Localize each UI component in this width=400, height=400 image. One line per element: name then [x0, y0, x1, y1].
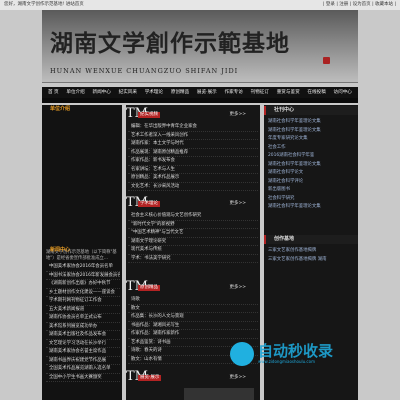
more-link[interactable]: 更多>> [229, 201, 246, 207]
news-item[interactable]: 中国美术家协会2016年会员名单 [46, 263, 120, 272]
nav-item[interactable]: 访问中心 [334, 87, 352, 98]
news-item[interactable]: 文艺理论学习活动在长沙举行 [46, 340, 120, 348]
section-header-original: TM 原创精品 更多>> [126, 280, 260, 295]
list-item[interactable]: 文化艺术：长沙采风活动 [128, 183, 258, 191]
list-item[interactable]: 艺术工作者深入一线采风创作 [128, 132, 258, 140]
list-item[interactable]: 作品展现：湖南原创精品推荐 [128, 149, 258, 157]
nav-item[interactable]: 学术理论 [145, 87, 163, 98]
more-link[interactable]: 更多>> [229, 112, 246, 118]
watermark-logo-icon [230, 342, 254, 366]
nav-item[interactable]: 刊物征订 [251, 87, 269, 98]
list-item[interactable]: 作家作品：新书发布会 [128, 157, 258, 166]
top-bar: 您好，湖南文学创作示范基地! 进站首页 | 登录 | 注册 | 设为首页 | 收… [0, 0, 400, 10]
list-item[interactable]: "新时代文学"的新视野 [128, 221, 258, 229]
section-title: 纪实视频 [138, 112, 160, 118]
list-item[interactable]: 名家讲坛：艺术与人生 [128, 166, 258, 174]
list-item[interactable]: 学术：书法美学研究 [128, 255, 258, 263]
nav-item[interactable]: 纪实风采 [119, 87, 137, 98]
list-item[interactable]: 三家文艺家创作基地揭牌 [268, 247, 356, 256]
list-item[interactable]: 湖南文学理论研究 [128, 238, 258, 246]
sub-nav-bar [42, 98, 358, 103]
banner-subtitle: HUNAN WENXUE CHUANGZUO SHIFAN JIDI [50, 67, 239, 75]
section-header-theory: TM 学术理论 更多>> [126, 196, 260, 211]
seal-icon [323, 57, 330, 64]
banner-title: 湖南文学創作示範基地 [50, 30, 290, 57]
news-item[interactable]: 湖南美术家协会名誉主席作品 [46, 348, 120, 357]
video-list: 编辑：在华出版界中青年企业家会 艺术工作者深入一线采风创作 湖南作家：本土文学与… [128, 123, 258, 191]
list-item[interactable]: 编辑：在华出版界中青年企业家会 [128, 123, 258, 132]
nav-item[interactable]: 首 页 [48, 87, 59, 98]
news-title: 新闻中心 [50, 247, 71, 253]
news-item[interactable]: 全国美术作品展览湖南入选名单 [46, 365, 120, 374]
news-item[interactable]: 湖南作协会员名单正式公布 [46, 314, 120, 323]
theory-list: 社会主义核心价值观与文艺创作研究 "新时代文学"的新视野 "中国艺术精神"与当代… [128, 212, 258, 263]
list-item[interactable]: 原创精品：美术作品展示 [128, 174, 258, 183]
watermark-url: www.zidongmiaoshoulu.com [258, 359, 315, 364]
list-item[interactable]: 湖南社会科学论文 [268, 169, 356, 178]
list-item[interactable]: 现代美术与传统 [128, 246, 258, 255]
news-item[interactable]: 全国中小学生书画大赛颁奖 [46, 374, 120, 382]
watermark-brand: 自动秒收录 [258, 342, 334, 360]
left-column: 单位介绍 湖南文学创作示范基地（以下简称"基地"）是经省委宣传部批准成立... … [42, 105, 122, 400]
news-item[interactable]: 湖南书画界庆祝建党节作品展 [46, 357, 120, 365]
news-item[interactable]: 五大美术新闻报道 [46, 306, 120, 314]
news-item[interactable]: 美术馆系列展览成功举办 [46, 323, 120, 331]
list-item[interactable]: "中国艺术精神"与当代文艺 [128, 229, 258, 238]
nav-item[interactable]: 单位介绍 [66, 87, 84, 98]
list-item[interactable]: 社会主义核心价值观与文艺创作研究 [128, 212, 258, 221]
list-item[interactable]: 湖南社会科学年鉴理论文集 [268, 127, 356, 136]
nav-item[interactable]: 作家专访 [224, 87, 242, 98]
list-item[interactable]: 湖南社会科学年鉴理论文集 [268, 203, 356, 212]
main-nav: 首 页 单位介绍 新闻中心 纪实风采 学术理论 原创精品 展览·展示 作家专访 … [42, 87, 358, 98]
list-item[interactable]: 作家作品：湖南作家新作 [128, 330, 258, 339]
watermark: 自动秒收录 www.zidongmiaoshoulu.com [230, 340, 380, 368]
journal-list: 湖南社会科学年鉴理论文集 湖南社会科学年鉴理论文集 年度专家研究论文集 社会工作… [268, 118, 356, 212]
site-banner: 湖南文学創作示範基地 HUNAN WENXUE CHUANGZUO SHIFAN… [42, 10, 358, 83]
nav-item[interactable]: 展览·展示 [197, 87, 217, 98]
more-link[interactable]: 更多>> [229, 375, 246, 381]
nav-item[interactable]: 新闻中心 [92, 87, 110, 98]
nav-item[interactable]: 原创精品 [171, 87, 189, 98]
welcome-text: 您好，湖南文学创作示范基地! 进站首页 [4, 2, 84, 7]
section-title: 原创精品 [138, 285, 160, 291]
list-item[interactable]: 湖南作家：本土文学与时代 [128, 140, 258, 149]
news-item[interactable]: 乡土题材创作文化建设——座谈会 [46, 289, 120, 297]
about-title: 单位介绍 [50, 106, 71, 112]
exhibit-thumbnail[interactable] [184, 388, 254, 400]
news-item[interactable]: 湖南美术出版社及作品发布会 [46, 331, 120, 340]
list-item[interactable]: 书画作品：湖湘风光写生 [128, 322, 258, 330]
section-title: 展览·展示 [138, 375, 162, 381]
page: 您好，湖南文学创作示范基地! 进站首页 | 登录 | 注册 | 设为首页 | 收… [0, 0, 400, 400]
section-header-exhibit: TM 展览·展示 更多>> [126, 370, 260, 385]
list-item[interactable]: 年度专家研究论文集 [268, 135, 356, 144]
list-item[interactable]: 诗歌 [128, 296, 258, 305]
news-item[interactable]: 《湖南新创作出版》办好中秋节 [46, 280, 120, 289]
base-title: 创作基地 [264, 235, 358, 244]
list-item[interactable]: 社会科学研究 [268, 195, 356, 204]
list-item[interactable]: 湖南社会科学评论 [268, 178, 356, 187]
section-header-video: TM 纪实视频 更多>> [126, 107, 260, 122]
news-item[interactable]: 学术期刊网刊物征订工作会 [46, 297, 120, 306]
top-links[interactable]: | 登录 | 注册 | 设为首页 | 收藏本站 | [323, 0, 396, 10]
list-item[interactable]: 新出版图书 [268, 186, 356, 195]
nav-item[interactable]: 重赏与鉴赏 [277, 87, 300, 98]
news-item[interactable]: 中国书法家协会2016年新发展会员名单 [46, 272, 120, 280]
news-list: 中国美术家协会2016年会员名单 中国书法家协会2016年新发展会员名单 《湖南… [46, 263, 120, 382]
nav-item[interactable]: 在线投稿 [307, 87, 325, 98]
base-list: 三家文艺家创作基地揭牌 三家文艺家创作基地揭牌 湖南 [268, 247, 356, 264]
section-title: 学术理论 [138, 201, 160, 207]
list-item[interactable]: 社会工作 [268, 144, 356, 153]
list-item[interactable]: 湖南社会科学年鉴理论文集 [268, 118, 356, 127]
list-item[interactable]: 2016湖南社会科学年鉴 [268, 152, 356, 161]
list-item[interactable]: 三家文艺家创作基地揭牌 湖南 [268, 256, 356, 265]
list-item[interactable]: 湖南社会科学年鉴理论文集 [268, 161, 356, 170]
more-link[interactable]: 更多>> [229, 285, 246, 291]
list-item[interactable]: 散文 [128, 305, 258, 313]
list-item[interactable]: 作品集：长沙的人文与景观 [128, 313, 258, 322]
journal-title: 社刊中心 [264, 106, 358, 115]
